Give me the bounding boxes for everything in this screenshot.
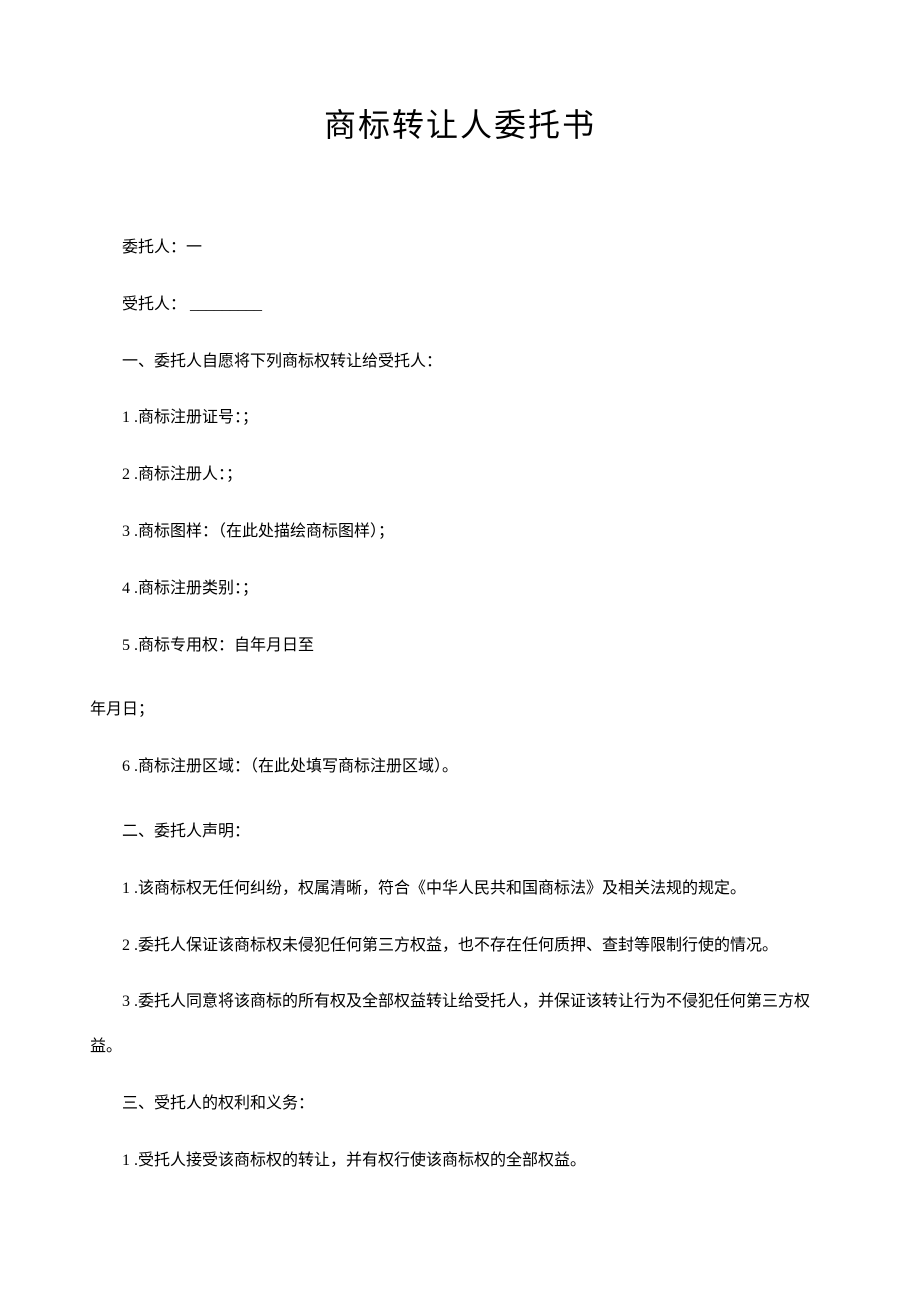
section2-item3: 3 .委托人同意将该商标的所有权及全部权益转让给受托人，并保证该转让行为不侵犯任… (90, 980, 830, 1070)
section1-item3: 3 .商标图样：（在此处描绘商标图样）； (90, 510, 830, 555)
trustee-blank: _________ (190, 296, 262, 313)
section2-item2: 2 .委托人保证该商标权未侵犯任何第三方权益，也不存在任何质押、查封等限制行使的… (90, 924, 830, 969)
trustee-label: 受托人： (122, 296, 186, 313)
section2-item1: 1 .该商标权无任何纠纷，权属清晰，符合《中华人民共和国商标法》及相关法规的规定… (90, 867, 830, 912)
document-title: 商标转让人委托书 (90, 100, 830, 146)
trustee-line: 受托人： _________ (90, 283, 830, 328)
section3-heading: 三、受托人的权利和义务： (90, 1082, 830, 1127)
section1-heading: 一、委托人自愿将下列商标权转让给受托人： (90, 340, 830, 385)
section3-item1: 1 .受托人接受该商标权的转让，并有权行使该商标权的全部权益。 (90, 1139, 830, 1184)
section1-item5-continuation: 年月日； (90, 688, 830, 733)
section1-item2: 2 .商标注册人：； (90, 453, 830, 498)
section1-item4: 4 .商标注册类别：； (90, 567, 830, 612)
section1-item5: 5 .商标专用权：自年月日至 (90, 624, 830, 669)
section2-heading: 二、委托人声明： (90, 810, 830, 855)
section1-item6: 6 .商标注册区域：（在此处填写商标注册区域）。 (90, 745, 830, 790)
section1-item1: 1 .商标注册证号：； (90, 396, 830, 441)
entrustor-line: 委托人：一 (90, 226, 830, 271)
